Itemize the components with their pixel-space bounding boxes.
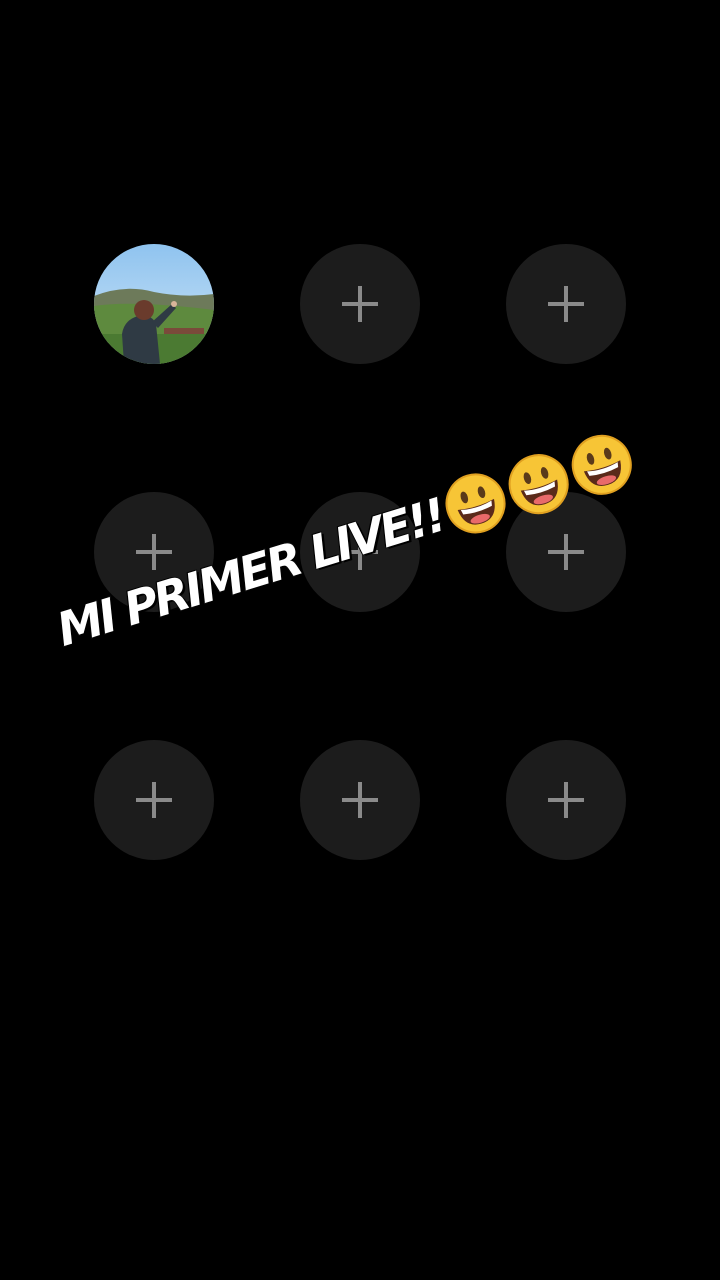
plus-icon xyxy=(548,782,584,818)
host-avatar[interactable] xyxy=(94,244,214,364)
add-guest-slot[interactable] xyxy=(94,740,214,860)
plus-icon xyxy=(548,534,584,570)
plus-icon xyxy=(342,286,378,322)
grinning-face-icon xyxy=(445,473,506,534)
plus-icon xyxy=(136,534,172,570)
add-guest-slot[interactable] xyxy=(300,740,420,860)
add-guest-slot[interactable] xyxy=(94,492,214,612)
add-guest-slot[interactable] xyxy=(506,244,626,364)
live-guest-grid-screen: MI PRIMER LIVE!! xyxy=(0,0,720,1280)
plus-icon xyxy=(136,782,172,818)
plus-icon xyxy=(548,286,584,322)
plus-icon xyxy=(342,782,378,818)
add-guest-slot[interactable] xyxy=(506,492,626,612)
add-guest-slot[interactable] xyxy=(300,492,420,612)
plus-icon xyxy=(342,534,378,570)
host-photo xyxy=(94,244,214,364)
add-guest-slot[interactable] xyxy=(300,244,420,364)
add-guest-slot[interactable] xyxy=(506,740,626,860)
